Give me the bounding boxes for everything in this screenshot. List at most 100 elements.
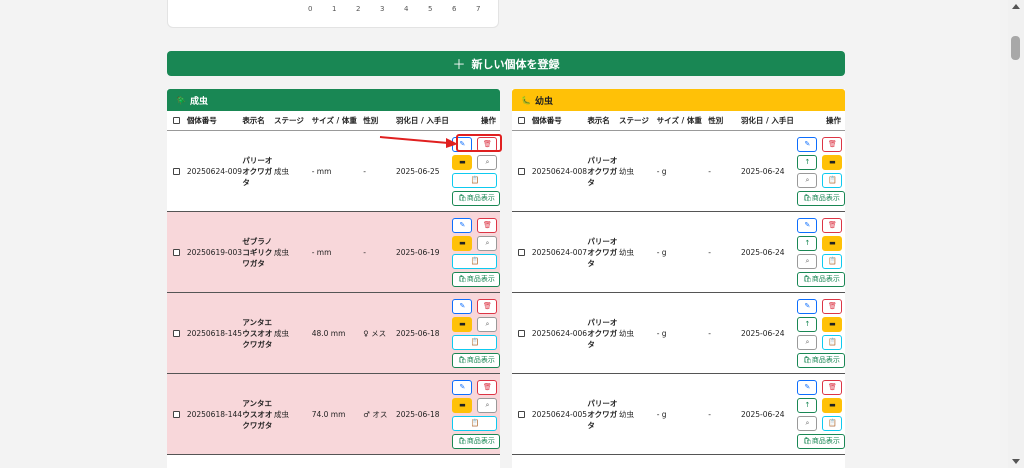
delete-button[interactable]: 🗑 (822, 217, 843, 233)
promote-button[interactable]: ↑ (797, 316, 818, 332)
clipboard-icon: 📋 (470, 176, 480, 184)
display-name: アンタエウスオオクワガタ (242, 398, 273, 430)
clipboard-button[interactable]: 📋 (452, 253, 498, 269)
promote-button[interactable]: ↑ (797, 235, 818, 251)
box-icon: ▬ (459, 158, 466, 166)
row-checkbox[interactable] (518, 410, 526, 418)
search-button[interactable]: ⌕ (477, 154, 498, 170)
clipboard-button[interactable]: 📋 (452, 415, 498, 431)
product-display-button[interactable]: 🛍 商品表示 (452, 352, 500, 368)
product-display-button[interactable]: 🛍 商品表示 (797, 352, 845, 368)
page-scrollbar[interactable] (1008, 0, 1024, 468)
display-name: アンタエウスオオクワガタ (242, 317, 273, 349)
pencil-icon: ✎ (459, 383, 466, 391)
search-button[interactable]: ⌕ (797, 172, 818, 188)
edit-button[interactable]: ✎ (797, 298, 818, 314)
storage-button[interactable]: ▬ (822, 154, 843, 170)
display-name: パリーオオクワガタ (587, 398, 618, 430)
chart-tick: 5 (428, 5, 433, 13)
product-display-button[interactable]: 🛍 商品表示 (452, 190, 500, 206)
row-checkbox[interactable] (518, 329, 526, 337)
select-all-checkbox[interactable] (518, 117, 526, 124)
row-checkbox[interactable] (173, 248, 181, 256)
row-actions: ✎ 🗑 ↑ ▬ ⌕ 📋 🛍 商品表示 (797, 298, 845, 368)
edit-button[interactable]: ✎ (797, 136, 818, 152)
arrow-up-circle-icon: ↑ (804, 401, 811, 409)
scroll-down-arrow-icon[interactable] (1012, 459, 1020, 464)
search-button[interactable]: ⌕ (797, 253, 818, 269)
pencil-icon: ✎ (804, 383, 811, 391)
search-button[interactable]: ⌕ (477, 397, 498, 413)
promote-button[interactable]: ↑ (797, 154, 818, 170)
larva-panel: 🐛 幼虫 個体番号 表示名 ステージ サイズ / 体重 性別 羽化日 / 入手日… (512, 89, 845, 468)
table-row: 20250618-144 アンタエウスオオクワガタ 成虫 74.0 mm ♂ オ… (167, 374, 500, 455)
storage-button[interactable]: ▬ (822, 235, 843, 251)
row-checkbox[interactable] (173, 410, 181, 418)
search-button[interactable]: ⌕ (797, 334, 818, 350)
col-stage: ステージ (274, 116, 304, 125)
size-weight: - g (656, 166, 667, 176)
col-stage: ステージ (619, 116, 649, 125)
product-display-button[interactable]: 🛍 商品表示 (797, 433, 845, 449)
product-display-button[interactable]: 🛍 商品表示 (452, 271, 500, 287)
table-row: 20250624-007 パリーオオクワガタ 幼虫 - g - 2025-06-… (512, 212, 845, 293)
clipboard-button[interactable]: 📋 (822, 415, 843, 431)
storage-button[interactable]: ▬ (452, 235, 473, 251)
trash-icon: 🗑 (827, 302, 837, 310)
clipboard-icon: 📋 (828, 338, 837, 346)
select-all-checkbox[interactable] (173, 117, 181, 124)
register-new-individual-button[interactable]: ＋ 新しい個体を登録 (167, 51, 845, 76)
edit-button[interactable]: ✎ (452, 298, 473, 314)
beetle-icon: 🪲 (176, 95, 186, 105)
larva-table-header: 個体番号 表示名 ステージ サイズ / 体重 性別 羽化日 / 入手日 操作 (512, 111, 845, 131)
col-sex: 性別 (708, 116, 724, 125)
storage-button[interactable]: ▬ (452, 316, 473, 332)
product-display-label: 商品表示 (466, 356, 495, 364)
bag-icon: 🛍 (802, 275, 812, 283)
product-display-button[interactable]: 🛍 商品表示 (452, 433, 500, 449)
search-button[interactable]: ⌕ (797, 415, 818, 431)
storage-button[interactable]: ▬ (822, 397, 843, 413)
delete-button[interactable]: 🗑 (822, 379, 843, 395)
clipboard-button[interactable]: 📋 (452, 334, 498, 350)
row-actions: ✎ 🗑 ▬ ⌕ 📋 🛍 商品表示 (452, 298, 500, 368)
clipboard-button[interactable]: 📋 (822, 172, 843, 188)
clipboard-button[interactable]: 📋 (822, 334, 843, 350)
adult-panel-header: 🪲 成虫 (167, 89, 500, 111)
delete-button[interactable]: 🗑 (822, 298, 843, 314)
clipboard-button[interactable]: 📋 (452, 172, 498, 188)
edit-button[interactable]: ✎ (452, 379, 473, 395)
storage-button[interactable]: ▬ (822, 316, 843, 332)
promote-button[interactable]: ↑ (797, 397, 818, 413)
scroll-thumb[interactable] (1011, 36, 1020, 60)
storage-button[interactable]: ▬ (452, 154, 473, 170)
search-button[interactable]: ⌕ (477, 235, 498, 251)
col-name: 表示名 (242, 116, 265, 125)
edit-button[interactable]: ✎ (797, 217, 818, 233)
delete-button[interactable]: 🗑 (477, 379, 498, 395)
row-checkbox[interactable] (518, 248, 526, 256)
delete-button[interactable]: 🗑 (477, 217, 498, 233)
storage-button[interactable]: ▬ (452, 397, 473, 413)
edit-button[interactable]: ✎ (452, 217, 473, 233)
delete-button[interactable]: 🗑 (477, 298, 498, 314)
row-checkbox[interactable] (173, 167, 181, 175)
individual-id: 20250624-006 (531, 328, 588, 338)
product-display-button[interactable]: 🛍 商品表示 (797, 190, 845, 206)
delete-button[interactable]: 🗑 (822, 136, 843, 152)
size-weight: 48.0 mm (311, 328, 346, 338)
search-button[interactable]: ⌕ (477, 316, 498, 332)
pencil-icon: ✎ (804, 140, 811, 148)
stage: 成虫 (274, 247, 290, 257)
search-icon: ⌕ (485, 238, 490, 247)
row-checkbox[interactable] (518, 167, 526, 175)
scroll-up-arrow-icon[interactable] (1012, 4, 1020, 9)
stage: 幼虫 (619, 166, 635, 176)
clipboard-button[interactable]: 📋 (822, 253, 843, 269)
product-display-label: 商品表示 (466, 194, 495, 202)
sex: - (708, 166, 711, 176)
row-checkbox[interactable] (173, 329, 181, 337)
edit-button[interactable]: ✎ (797, 379, 818, 395)
product-display-button[interactable]: 🛍 商品表示 (797, 271, 845, 287)
trash-icon: 🗑 (827, 221, 837, 229)
